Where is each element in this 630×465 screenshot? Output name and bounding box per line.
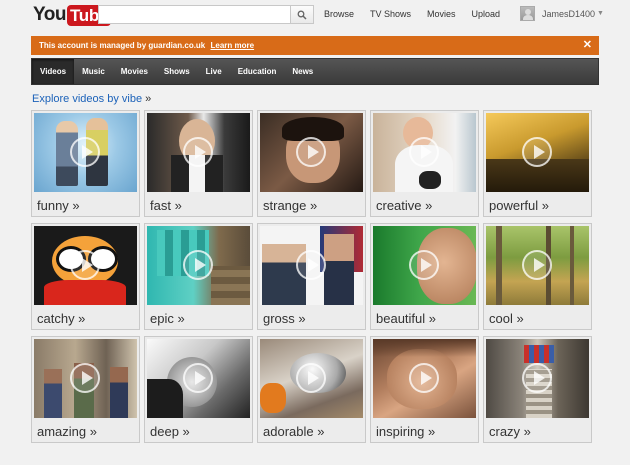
vibe-tile-beautiful[interactable]: beautiful » [370, 223, 479, 330]
vibe-thumbnail [147, 339, 250, 418]
vibe-label: crazy » [489, 424, 531, 439]
play-icon [522, 250, 552, 280]
play-icon [522, 137, 552, 167]
vibe-thumbnail [486, 339, 589, 418]
vibe-label: powerful » [489, 198, 549, 213]
vibe-label: strange » [263, 198, 318, 213]
play-icon [409, 363, 439, 393]
play-icon [70, 250, 100, 280]
movies-link[interactable]: Movies [427, 9, 456, 19]
vibe-tile-catchy[interactable]: catchy » [31, 223, 140, 330]
vibe-thumbnail [486, 226, 589, 305]
tab-videos[interactable]: Videos [32, 59, 75, 84]
managed-account-banner: This account is managed by guardian.co.u… [31, 36, 599, 55]
play-icon [522, 363, 552, 393]
vibe-thumbnail [486, 113, 589, 192]
vibe-tile-creative[interactable]: creative » [370, 110, 479, 217]
search-input[interactable] [99, 6, 291, 23]
upload-link[interactable]: Upload [472, 9, 501, 19]
browse-link[interactable]: Browse [324, 9, 354, 19]
tab-movies[interactable]: Movies [113, 59, 156, 84]
explore-arrow: » [145, 93, 152, 105]
vibe-tile-crazy[interactable]: crazy » [483, 336, 592, 443]
banner-text: This account is managed by guardian.co.u… [39, 41, 206, 50]
vibe-thumbnail [373, 226, 476, 305]
play-icon [409, 250, 439, 280]
vibe-thumbnail [34, 113, 137, 192]
vibe-tile-epic[interactable]: epic » [144, 223, 253, 330]
logo-you-text: You [33, 4, 66, 25]
tab-music[interactable]: Music [74, 59, 113, 84]
vibe-thumbnail [260, 339, 363, 418]
play-icon [70, 137, 100, 167]
play-icon [409, 137, 439, 167]
masthead: You Tube Browse TV Shows Movies Upload J… [0, 0, 630, 30]
tab-education[interactable]: Education [230, 59, 285, 84]
vibe-tile-amazing[interactable]: amazing » [31, 336, 140, 443]
tv-shows-link[interactable]: TV Shows [370, 9, 411, 19]
close-icon[interactable]: ✕ [583, 36, 592, 55]
vibe-label: creative » [376, 198, 433, 213]
vibe-label: deep » [150, 424, 190, 439]
vibe-tile-fast[interactable]: fast » [144, 110, 253, 217]
play-icon [296, 137, 326, 167]
vibe-label: gross » [263, 311, 306, 326]
learn-more-link[interactable]: Learn more [211, 41, 255, 50]
vibe-tile-gross[interactable]: gross » [257, 223, 366, 330]
category-nav: Videos Music Movies Shows Live Education… [31, 58, 599, 85]
vibe-tile-inspiring[interactable]: inspiring » [370, 336, 479, 443]
vibe-tile-deep[interactable]: deep » [144, 336, 253, 443]
vibe-label: adorable » [263, 424, 325, 439]
search-box [98, 5, 314, 24]
vibe-label: inspiring » [376, 424, 436, 439]
explore-vibes-heading[interactable]: Explore videos by vibe» [32, 93, 151, 105]
account-menu[interactable]: JamesD1400 ▼ [520, 6, 604, 21]
search-button[interactable] [290, 5, 314, 24]
vibe-thumbnail [373, 113, 476, 192]
vibe-label: epic » [150, 311, 185, 326]
vibe-tile-funny[interactable]: funny » [31, 110, 140, 217]
vibe-label: funny » [37, 198, 80, 213]
play-icon [296, 250, 326, 280]
vibe-label: catchy » [37, 311, 86, 326]
vibe-thumbnail [373, 339, 476, 418]
explore-vibes-title: Explore videos by vibe [32, 93, 143, 105]
vibe-tile-cool[interactable]: cool » [483, 223, 592, 330]
tab-shows[interactable]: Shows [156, 59, 198, 84]
vibe-thumbnail [147, 113, 250, 192]
search-icon [297, 10, 307, 20]
play-icon [296, 363, 326, 393]
chevron-down-icon: ▼ [597, 10, 604, 17]
vibe-thumbnail [260, 226, 363, 305]
tab-live[interactable]: Live [198, 59, 230, 84]
vibe-thumbnail [34, 339, 137, 418]
play-icon [70, 363, 100, 393]
top-links: Browse TV Shows Movies Upload [324, 9, 516, 19]
vibe-thumbnail [260, 113, 363, 192]
vibe-tile-powerful[interactable]: powerful » [483, 110, 592, 217]
vibe-label: fast » [150, 198, 182, 213]
vibe-tile-strange[interactable]: strange » [257, 110, 366, 217]
vibe-thumbnail [34, 226, 137, 305]
vibe-label: cool » [489, 311, 524, 326]
vibe-label: beautiful » [376, 311, 436, 326]
vibe-label: amazing » [37, 424, 97, 439]
vibe-tile-adorable[interactable]: adorable » [257, 336, 366, 443]
vibe-thumbnail [147, 226, 250, 305]
username: JamesD1400 [542, 8, 596, 19]
play-icon [183, 363, 213, 393]
play-icon [183, 137, 213, 167]
tab-news[interactable]: News [284, 59, 321, 84]
play-icon [183, 250, 213, 280]
avatar [520, 6, 535, 21]
